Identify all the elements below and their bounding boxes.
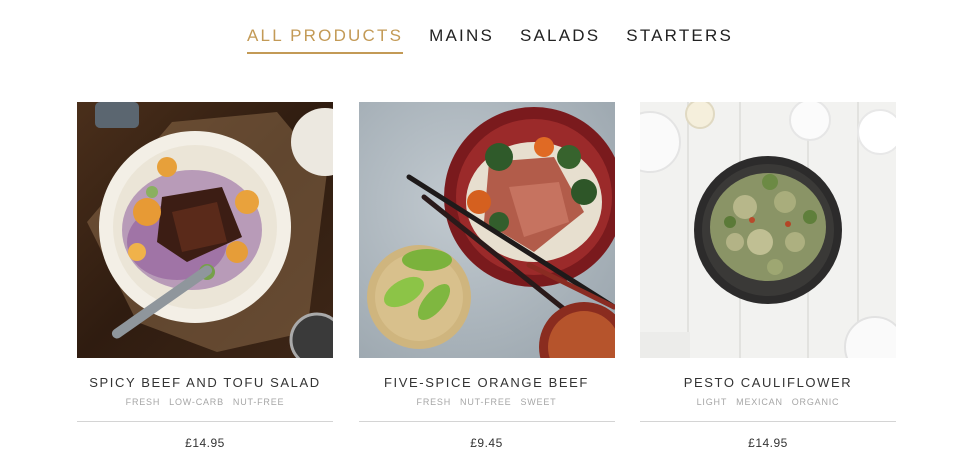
product-tag: NUT-FREE (232, 397, 285, 407)
product-tag: NUT-FREE (460, 397, 512, 407)
product-image-pesto-cauliflower[interactable] (640, 102, 896, 358)
product-name[interactable]: FIVE-SPICE ORANGE BEEF (359, 375, 615, 390)
tab-all-products[interactable]: ALL PRODUCTS (247, 24, 404, 54)
product-price: £9.45 (470, 436, 503, 450)
product-tag: ORGANIC (791, 397, 840, 407)
tab-mains[interactable]: MAINS (429, 24, 494, 54)
product-image-spicy-beef-tofu-salad[interactable] (77, 102, 333, 358)
product-tag: MEXICAN (736, 397, 783, 407)
product-name[interactable]: SPICY BEEF AND TOFU SALAD (77, 375, 333, 390)
product-tag: LOW-CARB (169, 397, 224, 407)
product-tags: LIGHT MEXICAN ORGANIC (640, 397, 896, 407)
product-card[interactable]: FIVE-SPICE ORANGE BEEF FRESH NUT-FREE SW… (358, 102, 615, 450)
tab-salads[interactable]: SALADS (520, 24, 600, 54)
tab-starters[interactable]: STARTERS (626, 24, 733, 54)
product-card[interactable]: PESTO CAULIFLOWER LIGHT MEXICAN ORGANIC … (640, 102, 896, 450)
product-card[interactable]: SPICY BEEF AND TOFU SALAD FRESH LOW-CARB… (77, 102, 333, 450)
product-tags: FRESH NUT-FREE SWEET (359, 397, 615, 407)
divider (77, 421, 333, 422)
product-tag: FRESH (416, 397, 452, 407)
product-price: £14.95 (185, 436, 225, 450)
product-tag: SWEET (520, 397, 557, 407)
product-tag: FRESH (125, 397, 161, 407)
product-tag: LIGHT (696, 397, 728, 407)
product-tags: FRESH LOW-CARB NUT-FREE (77, 397, 333, 407)
product-image-five-spice-orange-beef[interactable] (358, 102, 615, 358)
product-grid: SPICY BEEF AND TOFU SALAD FRESH LOW-CARB… (77, 102, 896, 450)
divider (358, 421, 615, 422)
divider (640, 421, 896, 422)
category-nav: ALL PRODUCTS MAINS SALADS STARTERS (0, 24, 980, 54)
product-price: £14.95 (748, 436, 788, 450)
product-name[interactable]: PESTO CAULIFLOWER (640, 375, 896, 390)
